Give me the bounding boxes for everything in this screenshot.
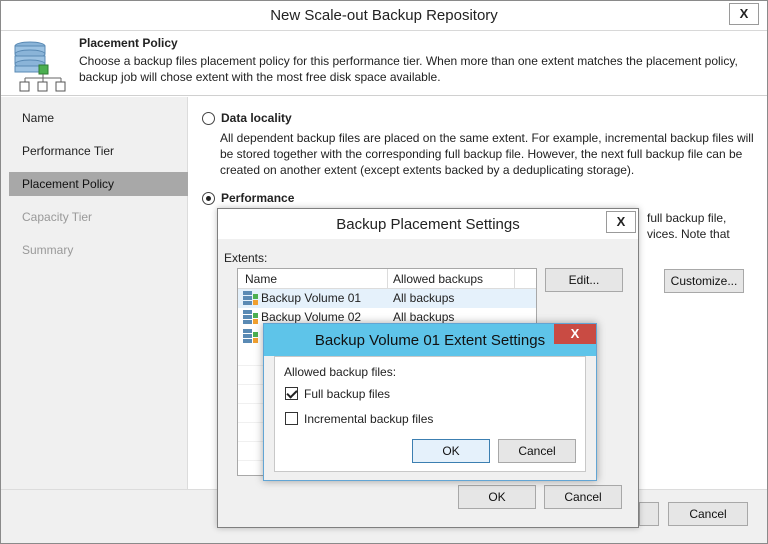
extents-label: Extents: (224, 251, 268, 265)
data-locality-option[interactable]: Data locality (202, 111, 292, 125)
extent-dialog-title: Backup Volume 01 Extent Settings (314, 332, 546, 349)
performance-radio[interactable] (202, 191, 215, 205)
row-allowed: All backups (393, 291, 455, 305)
row-name: Backup Volume 02 (261, 310, 362, 324)
column-header-allowed-backups[interactable]: Allowed backups (393, 272, 483, 286)
wizard-sidebar: Name Performance Tier Placement Policy C… (1, 97, 188, 489)
sidebar-item-name[interactable]: Name (9, 106, 188, 130)
placement-ok-button[interactable]: OK (458, 485, 536, 509)
placement-dialog-titlebar: Backup Placement Settings X (218, 209, 638, 239)
page-title: Placement Policy (79, 36, 178, 50)
sidebar-item-performance-tier[interactable]: Performance Tier (9, 139, 188, 163)
edit-button[interactable]: Edit... (545, 268, 623, 292)
extent-settings-dialog: Backup Volume 01 Extent Settings X Allow… (263, 323, 597, 481)
performance-label: Performance (221, 191, 295, 205)
performance-option[interactable]: Performance (202, 191, 294, 205)
full-backup-files-checkbox[interactable] (285, 387, 298, 400)
extents-table-header: Name Allowed backups (238, 269, 536, 289)
incremental-backup-files-checkbox[interactable] (285, 412, 298, 425)
extent-cancel-button[interactable]: Cancel (498, 439, 576, 463)
window-titlebar: New Scale-out Backup Repository X (1, 1, 767, 31)
extent-dialog-close-button[interactable]: X (554, 324, 596, 344)
full-backup-files-label[interactable]: Full backup files (304, 387, 390, 401)
placement-cancel-button[interactable]: Cancel (544, 485, 622, 509)
placement-dialog-title: Backup Placement Settings (336, 216, 520, 233)
performance-description-line2: vices. Note that (647, 227, 730, 241)
window-title: New Scale-out Backup Repository (270, 7, 498, 24)
row-name: Backup Volume 01 (261, 291, 362, 305)
customize-button[interactable]: Customize... (664, 269, 744, 293)
table-row[interactable]: Backup Volume 01 All backups (238, 289, 536, 308)
finish-button-partial[interactable] (639, 502, 659, 526)
sidebar-item-placement-policy[interactable]: Placement Policy (9, 172, 188, 196)
sidebar-item-capacity-tier: Capacity Tier (22, 210, 93, 224)
data-locality-description: All dependent backup files are placed on… (220, 131, 754, 177)
data-locality-radio[interactable] (202, 111, 215, 125)
page-header: Placement Policy Choose a backup files p… (1, 32, 767, 96)
backup-volume-icon (243, 329, 258, 343)
column-header-name[interactable]: Name (245, 272, 277, 286)
extent-ok-button[interactable]: OK (412, 439, 490, 463)
repository-icon (14, 41, 66, 92)
page-description: Choose a backup files placement policy f… (79, 54, 738, 84)
backup-volume-icon (243, 291, 258, 305)
performance-description-line1: full backup file, (647, 211, 727, 225)
placement-dialog-close-button[interactable]: X (606, 211, 636, 233)
data-locality-label: Data locality (221, 111, 292, 125)
cancel-button[interactable]: Cancel (668, 502, 748, 526)
window-close-button[interactable]: X (729, 3, 759, 25)
allowed-backup-files-label: Allowed backup files: (284, 365, 397, 379)
sidebar-item-summary: Summary (22, 243, 74, 257)
extent-dialog-body: Allowed backup files: Full backup files … (274, 356, 586, 472)
backup-volume-icon (243, 310, 258, 324)
row-allowed: All backups (393, 310, 455, 324)
extent-dialog-titlebar: Backup Volume 01 Extent Settings X (264, 324, 596, 356)
incremental-backup-files-label[interactable]: Incremental backup files (304, 412, 433, 426)
